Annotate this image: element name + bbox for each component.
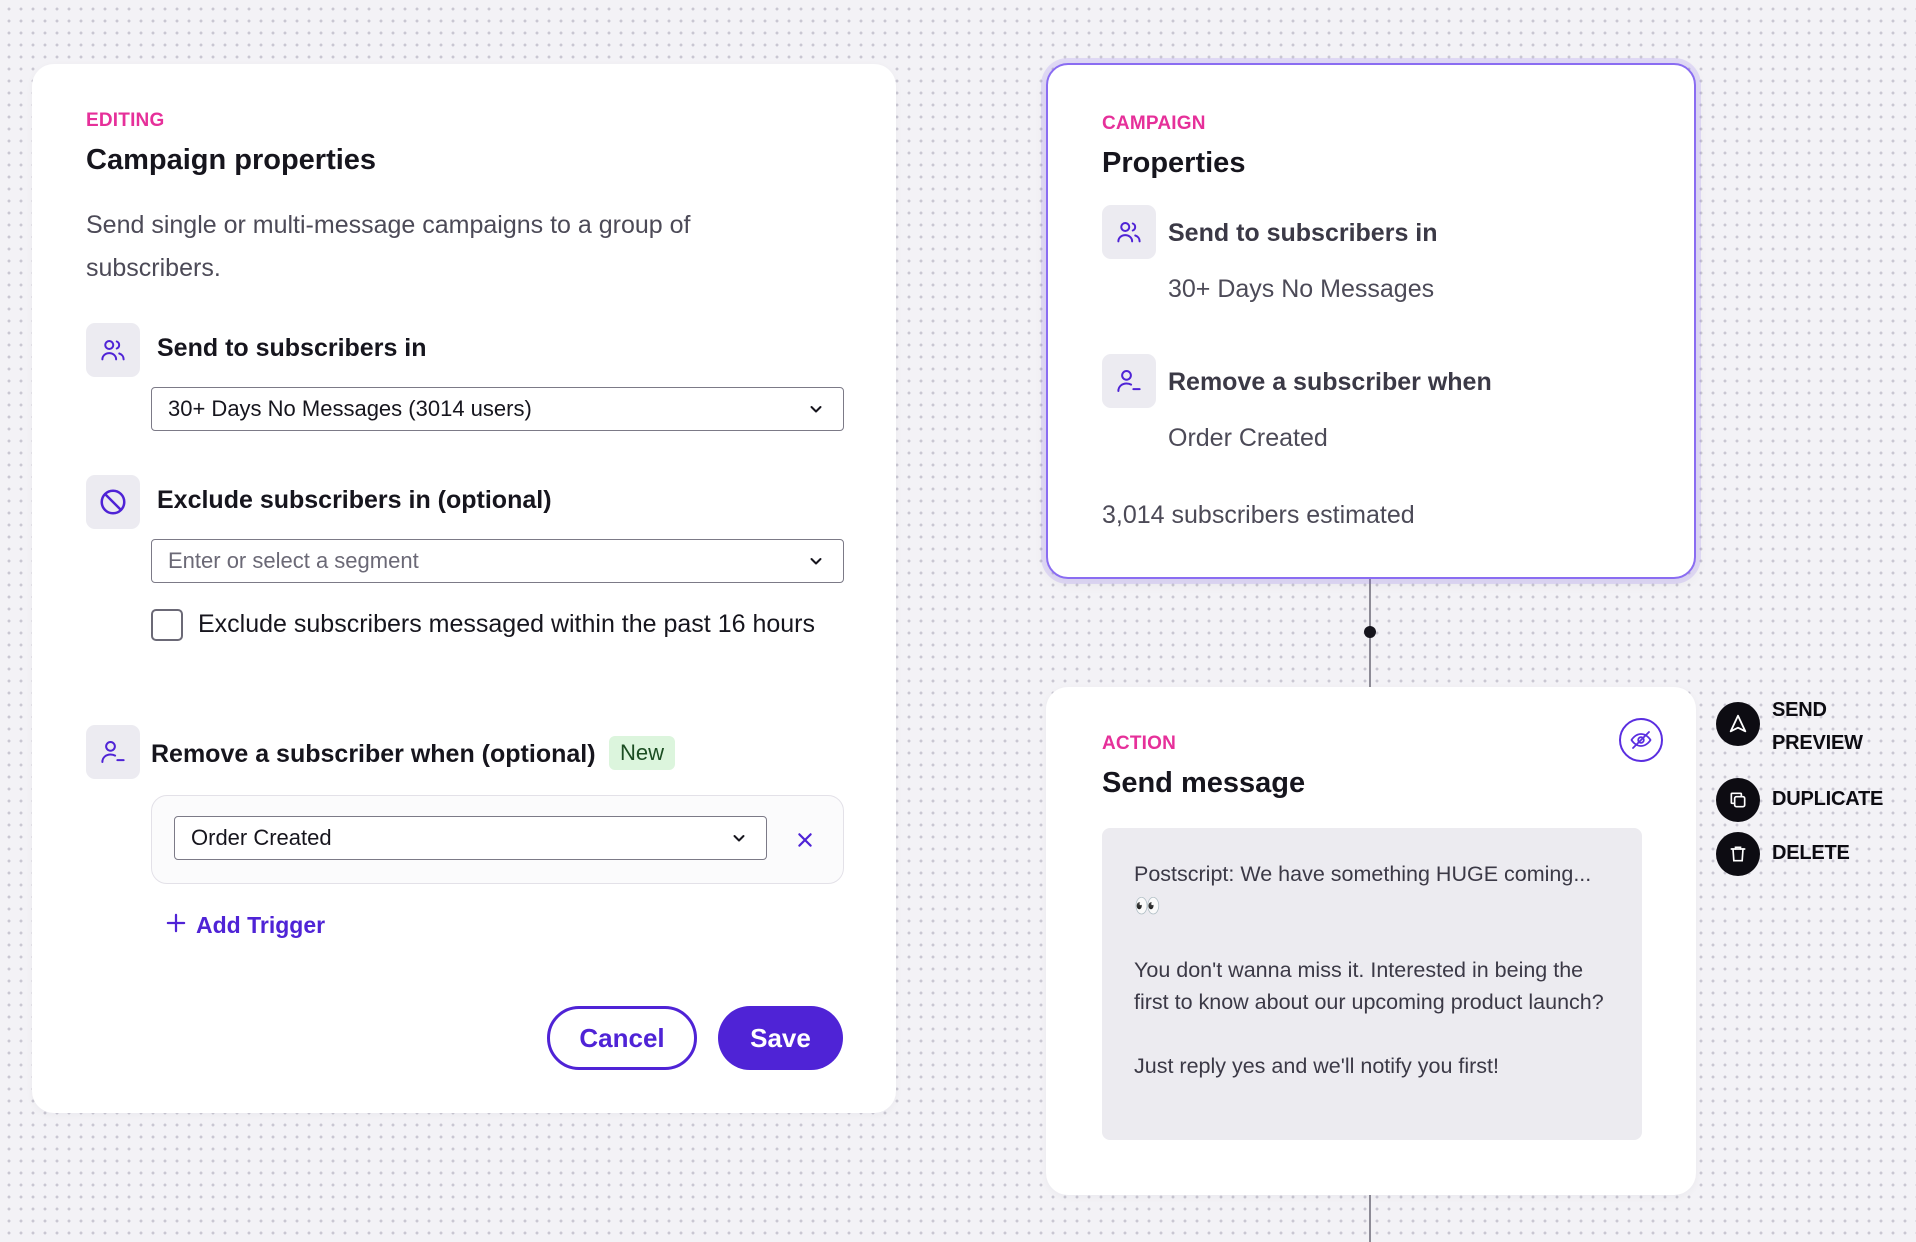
remove-trigger-close-icon[interactable] — [792, 827, 818, 853]
remove-user-icon — [1102, 354, 1156, 408]
chevron-down-icon — [805, 398, 827, 420]
plus-icon — [166, 912, 186, 939]
action-title: Send message — [1102, 767, 1306, 799]
send-message-node[interactable]: ACTION Send message Postscript: We have … — [1046, 687, 1696, 1195]
trash-icon — [1716, 832, 1760, 876]
properties-send-to-value: 30+ Days No Messages — [1168, 275, 1435, 303]
properties-send-to-label: Send to subscribers in — [1168, 219, 1438, 247]
campaign-properties-node[interactable]: CAMPAIGN Properties Send to subscribers … — [1046, 63, 1696, 579]
duplicate-icon — [1716, 778, 1760, 822]
duplicate-label: DUPLICATE — [1772, 788, 1884, 810]
flow-connector-dot — [1364, 626, 1376, 638]
chevron-down-icon — [805, 550, 827, 572]
campaign-editor-panel: EDITING Campaign properties Send single … — [32, 64, 896, 1113]
send-to-selected-value: 30+ Days No Messages (3014 users) — [168, 396, 532, 421]
properties-title: Properties — [1102, 147, 1246, 179]
send-to-label: Send to subscribers in — [157, 334, 427, 362]
editor-eyebrow: EDITING — [86, 110, 165, 131]
block-icon — [86, 475, 140, 529]
properties-eyebrow: CAMPAIGN — [1102, 113, 1206, 134]
delete-button[interactable]: DELETE — [1716, 832, 1850, 876]
message-line-2: You don't wanna miss it. Interested in b… — [1134, 958, 1604, 1014]
duplicate-button[interactable]: DUPLICATE — [1716, 778, 1883, 822]
flow-connector-bottom — [1369, 1195, 1371, 1242]
properties-remove-value: Order Created — [1168, 424, 1328, 452]
chevron-down-icon — [728, 827, 750, 849]
send-to-segment-select[interactable]: 30+ Days No Messages (3014 users) — [151, 387, 844, 431]
send-preview-button[interactable]: SEND PREVIEW — [1716, 699, 1876, 760]
send-preview-icon — [1716, 702, 1760, 746]
subscribers-icon — [86, 323, 140, 377]
add-trigger-label: Add Trigger — [196, 912, 326, 938]
delete-label: DELETE — [1772, 842, 1850, 864]
send-preview-label: SEND PREVIEW — [1772, 699, 1863, 754]
new-badge: New — [609, 736, 676, 770]
action-eyebrow: ACTION — [1102, 733, 1177, 754]
add-trigger-button[interactable]: Add Trigger — [166, 912, 325, 939]
exclude-segment-select[interactable]: Enter or select a segment — [151, 539, 844, 583]
message-line-1: Postscript: We have something HUGE comin… — [1134, 862, 1592, 918]
editor-title: Campaign properties — [86, 144, 377, 176]
exclude-placeholder: Enter or select a segment — [168, 548, 419, 573]
remove-user-icon — [86, 725, 140, 779]
trigger-selected-value: Order Created — [191, 825, 332, 850]
exclude-recent-label: Exclude subscribers messaged within the … — [198, 610, 815, 638]
properties-remove-label: Remove a subscriber when — [1168, 368, 1492, 396]
editor-description: Send single or multi-message campaigns t… — [86, 211, 691, 282]
cancel-button[interactable]: Cancel — [547, 1006, 697, 1070]
subscriber-estimate: 3,014 subscribers estimated — [1102, 501, 1415, 529]
subscribers-icon — [1102, 205, 1156, 259]
remove-when-label: Remove a subscriber when (optional) — [151, 740, 596, 768]
trigger-row: Order Created — [151, 795, 844, 884]
message-line-3: Just reply yes and we'll notify you firs… — [1134, 1054, 1499, 1078]
hide-eye-icon[interactable] — [1619, 718, 1663, 762]
save-button[interactable]: Save — [718, 1006, 843, 1070]
message-preview: Postscript: We have something HUGE comin… — [1102, 828, 1642, 1140]
trigger-event-select[interactable]: Order Created — [174, 816, 767, 860]
exclude-recent-checkbox[interactable] — [151, 609, 183, 641]
exclude-label: Exclude subscribers in (optional) — [157, 486, 552, 514]
